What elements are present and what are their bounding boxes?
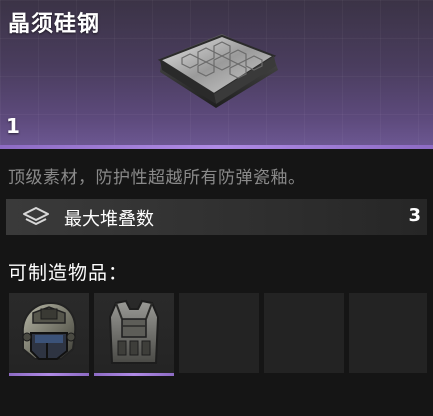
- craftable-items-title: 可制造物品：: [8, 262, 129, 284]
- silicon-steel-plate-image: [157, 34, 278, 108]
- craft-slot-empty: [349, 293, 427, 373]
- rarity-underline: [9, 373, 89, 376]
- stack-layers-icon: [23, 207, 49, 225]
- body-armor-icon: [108, 299, 160, 364]
- max-stack-value: 3: [408, 205, 421, 226]
- rarity-underline: [94, 373, 174, 376]
- craft-slot-empty: [264, 293, 344, 373]
- item-quantity: 1: [6, 114, 20, 138]
- rarity-bar: [0, 145, 433, 149]
- max-stack-label: 最大堆叠数: [64, 209, 154, 230]
- max-stack-row: 最大堆叠数 3: [6, 199, 427, 235]
- helmet-icon: [21, 301, 77, 360]
- craft-slot-body-armor[interactable]: [94, 293, 174, 376]
- craft-slot-empty: [179, 293, 259, 373]
- craft-slot-helmet[interactable]: [9, 293, 89, 376]
- item-description: 顶级素材，防护性超越所有防弹瓷釉。: [8, 168, 306, 188]
- item-header: 晶须硅钢 1: [0, 0, 433, 148]
- item-name: 晶须硅钢: [8, 12, 101, 37]
